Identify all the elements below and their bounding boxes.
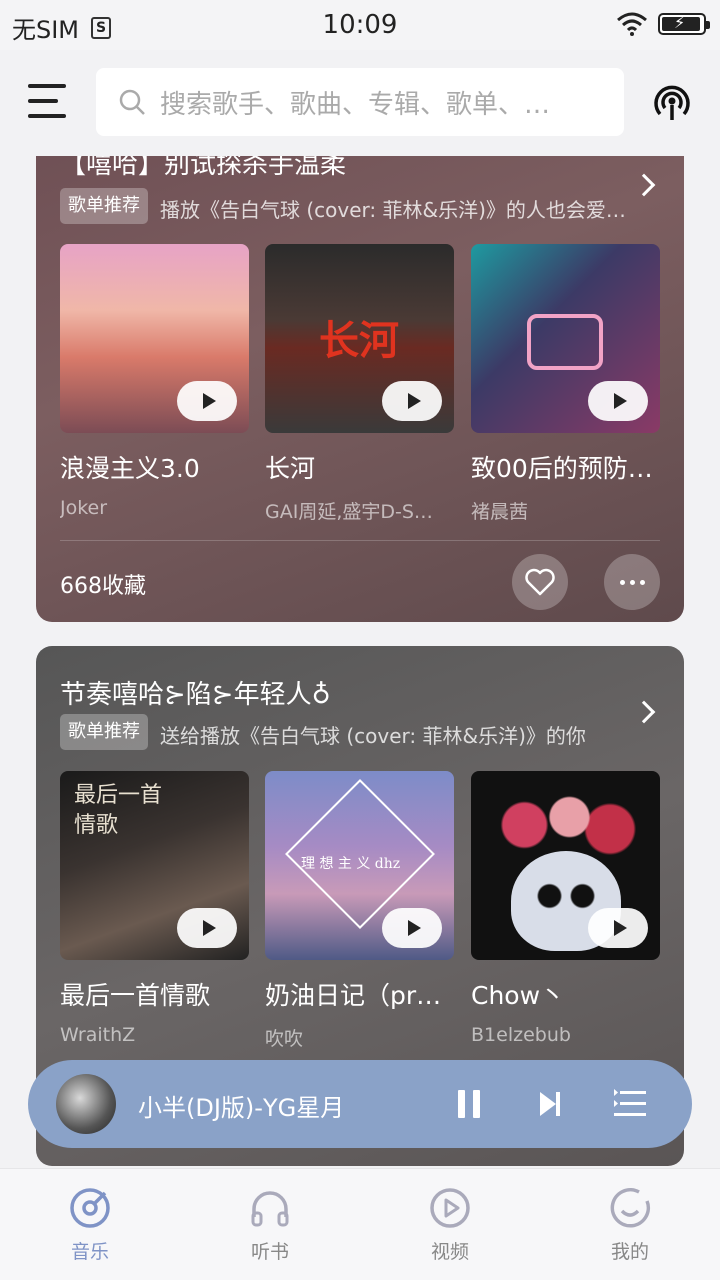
- feed[interactable]: 【嘻哈】别试探杀手温柔 歌单推荐 播放《告白气球 (cover: 菲林&乐洋)》…: [0, 156, 720, 1168]
- album-name: 致00后的预防…: [471, 454, 653, 483]
- album-item[interactable]: 理 想 主 义 dhz 奶油日记（pr… 吹吹: [265, 771, 454, 1051]
- album-name: 奶油日记（pr…: [265, 981, 442, 1010]
- recommend-tag: 歌单推荐: [60, 714, 148, 750]
- now-playing-title[interactable]: 小半(DJ版)-YG星月: [138, 1088, 344, 1123]
- search-bar[interactable]: 搜索歌手、歌曲、专辑、歌单、…: [96, 68, 624, 136]
- tab-label: 我的: [610, 1241, 649, 1263]
- tab-label: 音乐: [70, 1241, 109, 1263]
- card-title[interactable]: 节奏嘻哈⊱陷⊱年轻人♁: [60, 674, 331, 711]
- album-item[interactable]: 致00后的预防… 褚晨茜: [471, 244, 660, 524]
- album-artist: GAI周延,盛宇D-S…: [265, 501, 433, 523]
- album-cover[interactable]: 最后一首 情歌: [60, 771, 249, 960]
- tab-music[interactable]: 音乐: [30, 1187, 150, 1264]
- album-artist: B1elzebub: [471, 1024, 571, 1046]
- play-icon[interactable]: [177, 908, 237, 948]
- chevron-right-icon[interactable]: [632, 700, 656, 724]
- battery-icon: ⚡: [658, 13, 710, 35]
- collect-count: 668收藏: [60, 574, 146, 599]
- album-name: 长河: [265, 454, 316, 483]
- cover-art-text: 长河: [319, 318, 399, 364]
- recommend-reason: 送给播放《告白气球 (cover: 菲林&乐洋)》的你: [160, 724, 586, 748]
- status-bar: 无SIM S 10:09 ⚡: [0, 0, 720, 50]
- album-artist: 吹吹: [265, 1028, 304, 1050]
- album-item[interactable]: 最后一首 情歌 最后一首情歌 WraithZ: [60, 771, 249, 1046]
- tab-audiobook[interactable]: 听书: [210, 1187, 330, 1264]
- tab-mine[interactable]: 我的: [570, 1187, 690, 1264]
- album-cover[interactable]: 长河: [265, 244, 454, 433]
- album-artist: 褚晨茜: [471, 501, 529, 523]
- album-name: 最后一首情歌: [60, 981, 211, 1010]
- top-header: 搜索歌手、歌曲、专辑、歌单、…: [0, 50, 720, 156]
- play-icon[interactable]: [382, 381, 442, 421]
- search-input[interactable]: 搜索歌手、歌曲、专辑、歌单、…: [160, 84, 600, 121]
- play-icon[interactable]: [177, 381, 237, 421]
- more-button[interactable]: [604, 554, 660, 610]
- album-item[interactable]: 长河 长河 GAI周延,盛宇D-S…: [265, 244, 454, 524]
- album-cover[interactable]: [471, 771, 660, 960]
- tab-video[interactable]: 视频: [390, 1187, 510, 1264]
- music-disc-icon: [70, 1188, 110, 1228]
- wifi-icon: [617, 12, 647, 36]
- tab-label: 听书: [250, 1241, 289, 1263]
- cover-art-text: 理 想 主 义 dhz: [301, 856, 401, 872]
- album-name: Chow丶: [471, 981, 566, 1010]
- tab-label: 视频: [430, 1241, 469, 1263]
- album-artist: Joker: [60, 497, 108, 519]
- recommend-tag: 歌单推荐: [60, 188, 148, 224]
- bottom-tab-bar: 音乐 听书 视频 我的: [0, 1168, 720, 1280]
- heart-icon: [525, 568, 555, 596]
- album-cover[interactable]: 理 想 主 义 dhz: [265, 771, 454, 960]
- profile-icon: [610, 1188, 651, 1228]
- divider: [60, 540, 660, 541]
- play-icon[interactable]: [382, 908, 442, 948]
- album-cover[interactable]: [60, 244, 249, 433]
- radio-icon[interactable]: [650, 80, 694, 124]
- mini-player[interactable]: 小半(DJ版)-YG星月: [28, 1060, 692, 1148]
- video-play-icon: [430, 1188, 470, 1228]
- status-time: 10:09: [322, 10, 398, 40]
- cover-art-text: 最后一首 情歌: [74, 783, 163, 838]
- chevron-right-icon[interactable]: [632, 173, 656, 197]
- headphones-icon: [251, 1191, 289, 1227]
- playlist-card[interactable]: 【嘻哈】别试探杀手温柔 歌单推荐 播放《告白气球 (cover: 菲林&乐洋)》…: [36, 156, 684, 622]
- album-item[interactable]: 浪漫主义3.0 Joker: [60, 244, 249, 519]
- favorite-button[interactable]: [512, 554, 568, 610]
- album-item[interactable]: Chow丶 B1elzebub: [471, 771, 660, 1046]
- album-cover[interactable]: [471, 244, 660, 433]
- next-track-icon[interactable]: [538, 1090, 562, 1118]
- play-icon[interactable]: [588, 381, 648, 421]
- play-icon[interactable]: [588, 908, 648, 948]
- more-dots-icon: [619, 579, 645, 585]
- album-name: 浪漫主义3.0: [60, 454, 200, 483]
- pause-icon[interactable]: [458, 1090, 482, 1118]
- menu-icon[interactable]: [28, 84, 68, 120]
- playlist-queue-icon[interactable]: [614, 1088, 646, 1120]
- card-title[interactable]: 【嘻哈】别试探杀手温柔: [60, 156, 346, 181]
- tv-art: [527, 314, 603, 370]
- recommend-reason: 播放《告白气球 (cover: 菲林&乐洋)》的人也会爱…: [160, 198, 626, 222]
- search-icon: [119, 89, 145, 115]
- now-playing-cover[interactable]: [56, 1074, 116, 1134]
- album-artist: WraithZ: [60, 1024, 136, 1046]
